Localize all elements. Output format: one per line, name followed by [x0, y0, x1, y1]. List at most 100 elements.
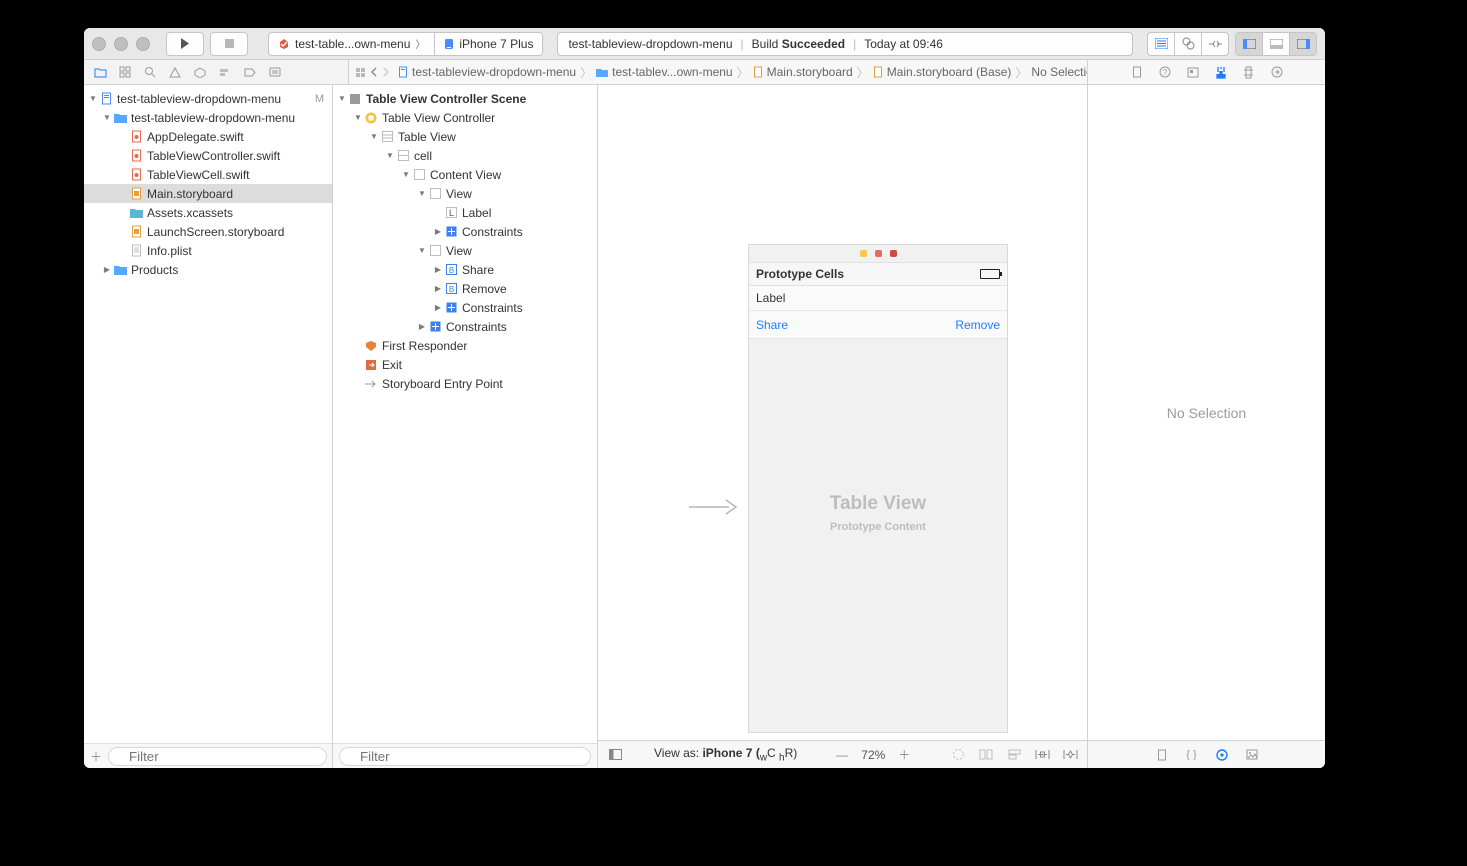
outline-tree[interactable]: ▼Table View Controller Scene ▼Table View…	[333, 85, 597, 743]
outline-content-view[interactable]: ▼Content View	[333, 165, 597, 184]
code-snippet-library-icon[interactable]: { }	[1184, 747, 1200, 763]
canvas-bottom-bar: View as: iPhone 7 (wC hR) — 72% ＋	[598, 740, 1087, 768]
prototype-cells-header: Prototype Cells	[749, 262, 1007, 286]
outline-constraints-1[interactable]: ▶Constraints	[333, 222, 597, 241]
cell-label[interactable]: Label	[749, 286, 1007, 311]
file-swift[interactable]: TableViewCell.swift	[84, 165, 332, 184]
disclosure-icon[interactable]: ▼	[102, 113, 112, 122]
panel-toggles[interactable]	[1235, 32, 1317, 56]
file-swift[interactable]: TableViewController.swift	[84, 146, 332, 165]
file-storyboard[interactable]: LaunchScreen.storyboard	[84, 222, 332, 241]
size-inspector-icon[interactable]	[1241, 64, 1257, 80]
identity-inspector-icon[interactable]	[1185, 64, 1201, 80]
update-frames-icon[interactable]	[949, 746, 967, 764]
standard-editor-icon[interactable]	[1148, 33, 1175, 55]
outline-first-responder[interactable]: First Responder	[333, 336, 597, 355]
svg-text:B: B	[448, 266, 453, 275]
outline-share-button[interactable]: ▶BShare	[333, 260, 597, 279]
remove-button[interactable]: Remove	[955, 318, 1000, 332]
quick-help-inspector-icon[interactable]: ?	[1157, 64, 1173, 80]
file-assets[interactable]: Assets.xcassets	[84, 203, 332, 222]
group-folder[interactable]: ▼ test-tableview-dropdown-menu	[84, 108, 332, 127]
file-swift[interactable]: AppDelegate.swift	[84, 127, 332, 146]
editor-mode-segmented[interactable]	[1147, 32, 1229, 56]
add-constraints-icon[interactable]	[1033, 746, 1051, 764]
related-items-icon[interactable]	[355, 64, 366, 80]
outline-toggle-icon[interactable]	[606, 746, 624, 764]
crumb-file[interactable]: Main.storyboard	[767, 65, 853, 79]
file-storyboard-selected[interactable]: Main.storyboard	[84, 184, 332, 203]
find-navigator-icon[interactable]	[142, 64, 158, 80]
file-plist[interactable]: Info.plist	[84, 241, 332, 260]
resolve-constraints-icon[interactable]	[1061, 746, 1079, 764]
minimize-icon[interactable]	[114, 37, 128, 51]
scheme-selector[interactable]: test-table...own-menu〉 iPhone 7 Plus	[268, 32, 543, 56]
report-navigator-icon[interactable]	[267, 64, 283, 80]
outline-remove-button[interactable]: ▶BRemove	[333, 279, 597, 298]
disclosure-icon[interactable]: ▼	[88, 94, 98, 103]
tableview-placeholder: Table ViewPrototype Content	[749, 493, 1007, 533]
assistant-editor-icon[interactable]	[1175, 33, 1202, 55]
view-as-label[interactable]: View as: iPhone 7 (wC hR)	[654, 746, 797, 763]
embed-stack-icon[interactable]	[977, 746, 995, 764]
outline-cell[interactable]: ▼cell	[333, 146, 597, 165]
run-button[interactable]	[166, 32, 204, 56]
toggle-navigator-icon[interactable]	[1236, 33, 1263, 55]
project-navigator-icon[interactable]	[92, 64, 108, 80]
stop-button[interactable]	[210, 32, 248, 56]
outline-filter-input[interactable]	[339, 747, 591, 766]
titlebar: test-table...own-menu〉 iPhone 7 Plus tes…	[84, 28, 1325, 60]
svg-text:?: ?	[1162, 68, 1167, 77]
outline-view2[interactable]: ▼View	[333, 241, 597, 260]
zoom-out-button[interactable]: —	[833, 746, 851, 764]
outline-constraints-2[interactable]: ▶Constraints	[333, 298, 597, 317]
cell-actions[interactable]: Share Remove	[749, 311, 1007, 339]
outline-entry-point[interactable]: Storyboard Entry Point	[333, 374, 597, 393]
status-project: test-tableview-dropdown-menu	[568, 37, 732, 51]
zoom-value[interactable]: 72%	[861, 748, 885, 762]
tableview-controller-preview[interactable]: Prototype Cells Label Share Remove Table …	[748, 244, 1008, 733]
toggle-debug-icon[interactable]	[1263, 33, 1290, 55]
toggle-utilities-icon[interactable]	[1290, 33, 1316, 55]
outline-tvc[interactable]: ▼Table View Controller	[333, 108, 597, 127]
close-icon[interactable]	[92, 37, 106, 51]
breakpoint-navigator-icon[interactable]	[242, 64, 258, 80]
crumb-selection[interactable]: No Selection	[1031, 65, 1087, 79]
outline-exit[interactable]: Exit	[333, 355, 597, 374]
go-back-icon[interactable]	[370, 64, 378, 80]
products-folder[interactable]: ▶Products	[84, 260, 332, 279]
add-button[interactable]: ＋	[90, 748, 102, 764]
object-library-icon[interactable]	[1214, 747, 1230, 763]
file-template-library-icon[interactable]	[1154, 747, 1170, 763]
debug-navigator-icon[interactable]	[217, 64, 233, 80]
crumb-group[interactable]: test-tablev...own-menu	[612, 65, 733, 79]
navigator-filter-input[interactable]	[108, 747, 327, 766]
media-library-icon[interactable]	[1244, 747, 1260, 763]
battery-icon	[980, 269, 1000, 279]
disclosure-icon[interactable]: ▶	[102, 265, 112, 274]
outline-tableview[interactable]: ▼Table View	[333, 127, 597, 146]
align-icon[interactable]	[1005, 746, 1023, 764]
project-root[interactable]: ▼ test-tableview-dropdown-menu M	[84, 89, 332, 108]
share-button[interactable]: Share	[756, 318, 788, 332]
interface-builder-canvas[interactable]: Prototype Cells Label Share Remove Table …	[598, 85, 1087, 768]
crumb-project[interactable]: test-tableview-dropdown-menu	[412, 65, 576, 79]
file-inspector-icon[interactable]	[1129, 64, 1145, 80]
test-navigator-icon[interactable]	[192, 64, 208, 80]
zoom-icon[interactable]	[136, 37, 150, 51]
issue-navigator-icon[interactable]	[167, 64, 183, 80]
activity-status[interactable]: test-tableview-dropdown-menu| Build Succ…	[557, 32, 1133, 56]
attributes-inspector-icon[interactable]	[1213, 64, 1229, 80]
crumb-base[interactable]: Main.storyboard (Base)	[887, 65, 1012, 79]
project-tree[interactable]: ▼ test-tableview-dropdown-menu M ▼ test-…	[84, 85, 332, 743]
outline-constraints-3[interactable]: ▶Constraints	[333, 317, 597, 336]
outline-label[interactable]: LLabel	[333, 203, 597, 222]
outline-scene[interactable]: ▼Table View Controller Scene	[333, 89, 597, 108]
connections-inspector-icon[interactable]	[1269, 64, 1285, 80]
outline-view1[interactable]: ▼View	[333, 184, 597, 203]
version-editor-icon[interactable]	[1202, 33, 1228, 55]
zoom-in-button[interactable]: ＋	[895, 746, 913, 764]
go-forward-icon[interactable]	[382, 64, 390, 80]
symbol-navigator-icon[interactable]	[117, 64, 133, 80]
jump-bar[interactable]: test-tableview-dropdown-menu〉 test-table…	[349, 60, 1087, 84]
